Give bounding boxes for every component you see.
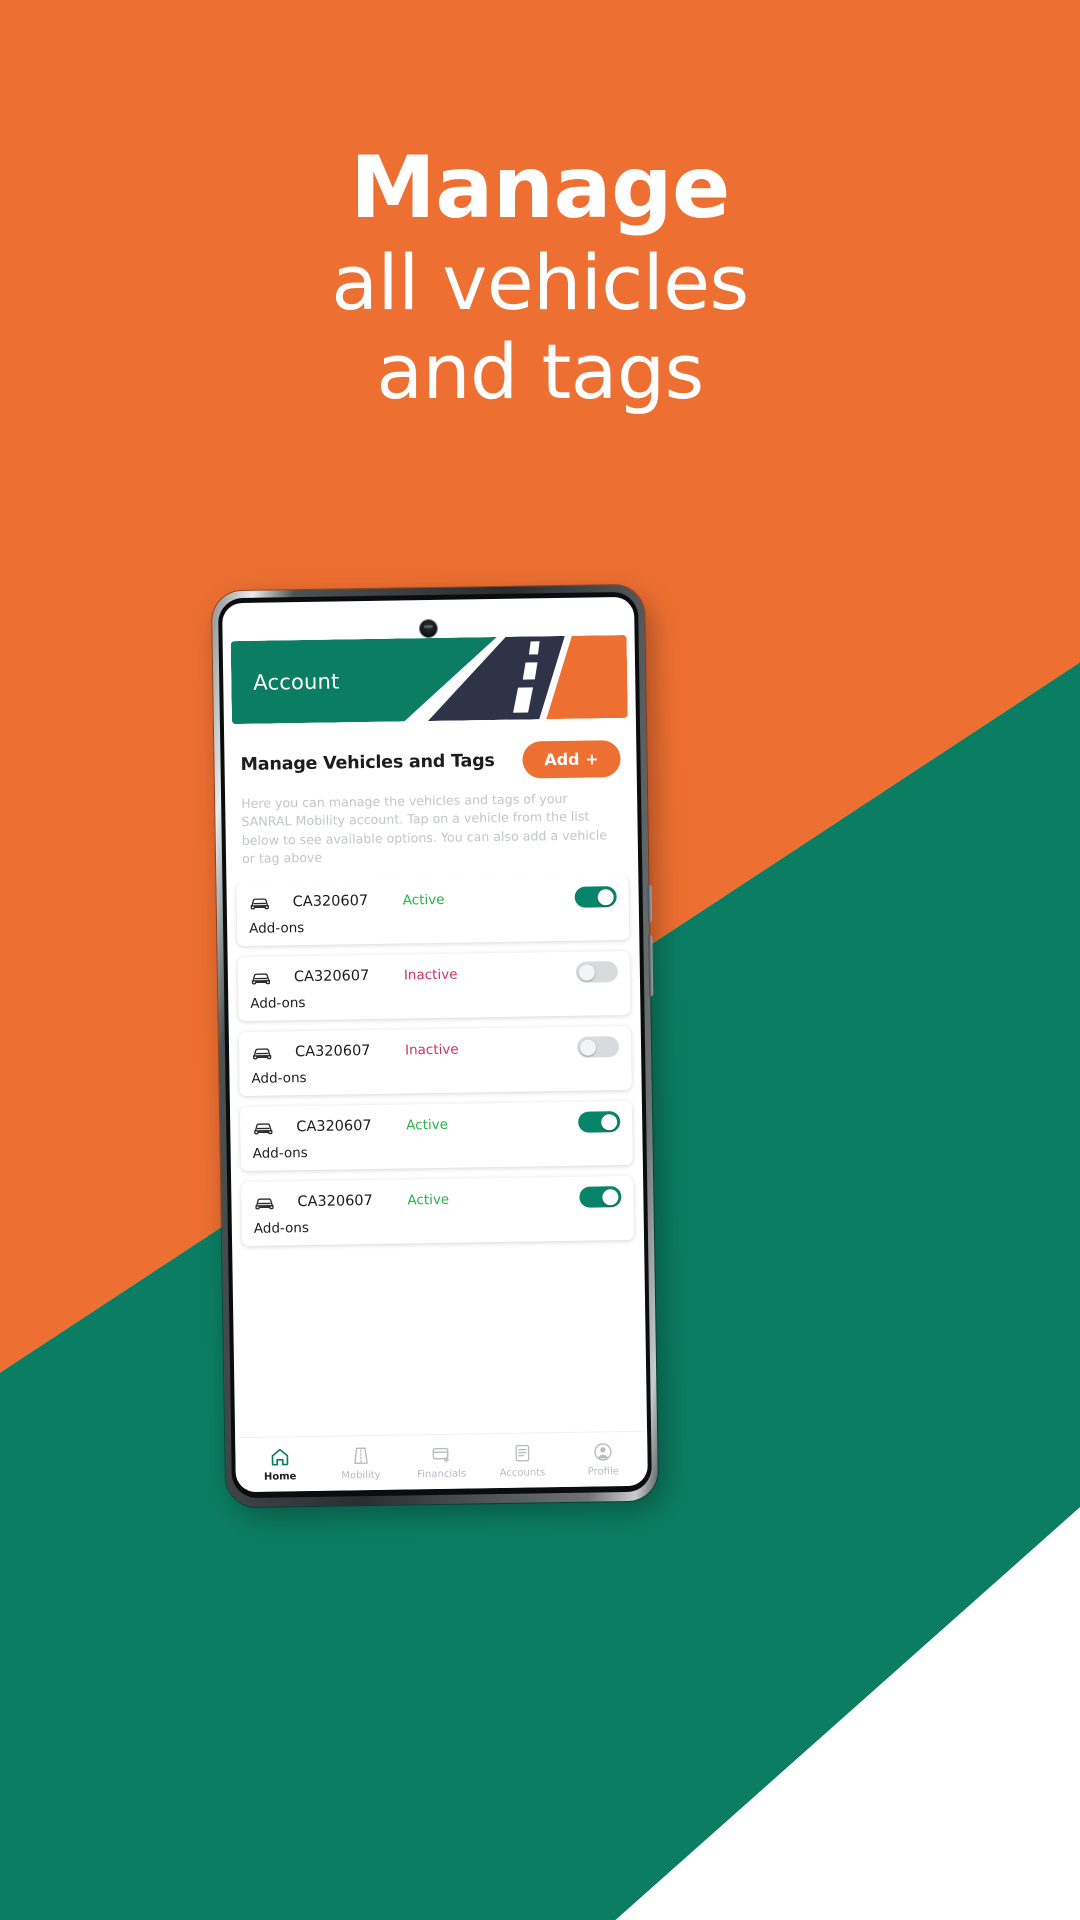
app-header-banner: Account — [230, 634, 628, 725]
phone-mockup: Account Manage Vehicles and Tags Add + H… — [211, 584, 667, 1518]
status-badge: Inactive — [404, 1041, 459, 1058]
vehicle-status-toggle[interactable] — [574, 886, 617, 908]
phone-screen: Account Manage Vehicles and Tags Add + H… — [222, 596, 648, 1493]
add-ons-link[interactable]: Add-ons — [254, 1215, 622, 1237]
nav-item-label: Home — [263, 1471, 297, 1483]
card-plus-icon — [430, 1444, 452, 1465]
nav-item-mobility[interactable]: Mobility — [320, 1445, 401, 1482]
nav-item-financials[interactable]: Financials — [401, 1443, 482, 1480]
nav-item-profile[interactable]: Profile — [562, 1441, 643, 1478]
person-icon — [592, 1441, 613, 1462]
vehicle-card-top-row: CA320607 Inactive — [250, 961, 619, 988]
vehicle-status-toggle[interactable] — [578, 1111, 621, 1133]
nav-item-label: Mobility — [341, 1469, 381, 1482]
status-badge: Active — [402, 891, 445, 908]
status-badge: Inactive — [403, 966, 458, 983]
add-ons-link[interactable]: Add-ons — [250, 990, 618, 1012]
headline-line-2: all vehicles — [331, 237, 749, 327]
bottom-navigation-bar[interactable]: Home Mobility Financials Accounts Profile — [235, 1430, 648, 1493]
vehicle-status-toggle[interactable] — [576, 1036, 620, 1058]
vehicle-card-top-row: CA320607 Inactive — [251, 1036, 620, 1063]
vehicle-card-top-row: CA320607 Active — [249, 886, 617, 913]
vehicle-list[interactable]: CA320607 Active Add-ons CA320607 Inactive Add… — [226, 875, 647, 1437]
vehicle-card-top-row: CA320607 Active — [252, 1111, 621, 1138]
vehicle-status-toggle[interactable] — [579, 1186, 622, 1208]
toggle-knob — [601, 1113, 618, 1130]
nav-item-label: Accounts — [499, 1467, 546, 1480]
nav-item-accounts[interactable]: Accounts — [482, 1442, 563, 1479]
nav-item-home[interactable]: Home — [239, 1446, 320, 1483]
phone-volume-button — [647, 884, 653, 923]
add-ons-link[interactable]: Add-ons — [253, 1140, 621, 1162]
car-icon — [249, 892, 271, 912]
vehicle-card[interactable]: CA320607 Inactive Add-ons — [238, 1025, 632, 1097]
vehicle-plate: CA320607 — [296, 1117, 372, 1135]
promo-screenshot: Manage all vehicles and tags Account Man… — [0, 0, 1080, 1920]
vehicle-plate: CA320607 — [292, 892, 369, 910]
car-icon — [252, 1117, 274, 1137]
status-badge: Active — [407, 1191, 450, 1208]
add-vehicle-button[interactable]: Add + — [521, 740, 621, 779]
nav-item-label: Profile — [587, 1466, 619, 1478]
car-icon — [251, 1042, 273, 1062]
headline-line-1: Manage — [350, 138, 730, 238]
section-header-row: Manage Vehicles and Tags Add + — [240, 740, 621, 783]
car-icon — [250, 967, 272, 987]
vehicle-plate: CA320607 — [293, 967, 370, 985]
vehicle-card[interactable]: CA320607 Active Add-ons — [239, 1100, 633, 1172]
front-camera-icon — [419, 619, 438, 638]
vehicle-plate: CA320607 — [294, 1042, 371, 1060]
status-badge: Active — [406, 1116, 449, 1133]
vehicle-status-toggle[interactable] — [575, 961, 619, 983]
promo-headline: Manage all vehicles and tags — [0, 138, 1080, 416]
toggle-knob — [579, 1038, 597, 1056]
headline-line-3: and tags — [376, 326, 704, 416]
vehicle-plate: CA320607 — [297, 1192, 373, 1210]
toggle-knob — [597, 888, 614, 905]
app-header-title: Account — [253, 668, 340, 695]
section-description: Here you can manage the vehicles and tag… — [241, 790, 608, 866]
toggle-knob — [578, 963, 595, 981]
vehicle-card[interactable]: CA320607 Active Add-ons — [236, 875, 630, 947]
car-icon — [253, 1192, 275, 1212]
document-icon — [512, 1443, 532, 1464]
add-ons-link[interactable]: Add-ons — [249, 915, 617, 937]
road-icon — [350, 1445, 371, 1466]
add-ons-link[interactable]: Add-ons — [251, 1065, 619, 1087]
vehicle-card-top-row: CA320607 Active — [253, 1186, 622, 1213]
home-icon — [269, 1446, 290, 1467]
page-title: Manage Vehicles and Tags — [240, 750, 495, 775]
toggle-knob — [602, 1188, 619, 1205]
nav-item-label: Financials — [417, 1468, 467, 1481]
vehicle-card[interactable]: CA320607 Inactive Add-ons — [237, 950, 631, 1022]
vehicle-card[interactable]: CA320607 Active Add-ons — [241, 1175, 635, 1247]
